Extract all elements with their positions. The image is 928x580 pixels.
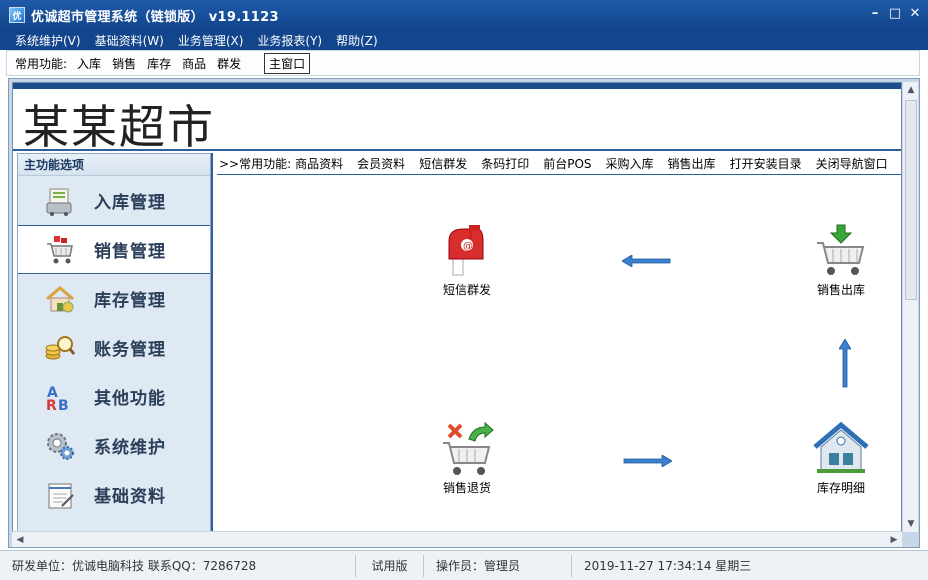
arrow-up-icon bbox=[839, 339, 851, 388]
status-edition: 试用版 bbox=[356, 554, 424, 577]
sidebar-item-label: 销售管理 bbox=[94, 242, 166, 262]
window-title: 优诚超市管理系统（链锁版） v19.1123 bbox=[31, 9, 279, 25]
status-datetime: 2019-11-27 17:34:14 星期三 bbox=[584, 558, 752, 573]
navigation-panel: 某某超市 主功能选项 入库管理 销售管理 库存管理 账务管理 A R B 其他功… bbox=[12, 82, 902, 533]
vertical-scrollbar[interactable]: ▲ ▼ bbox=[902, 82, 918, 532]
menu-business-management[interactable]: 业务管理(X) bbox=[171, 32, 251, 49]
arrow-left-icon bbox=[622, 255, 671, 267]
flow-node-sms-broadcast[interactable]: @ 短信群发 bbox=[427, 223, 507, 298]
title-bar: 优 优诚超市管理系统（链锁版） v19.1123 – □ ✕ bbox=[0, 0, 928, 30]
sidebar-item-label: 账务管理 bbox=[94, 340, 166, 360]
sidebar-item-stock-in[interactable]: 入库管理 bbox=[18, 176, 210, 225]
scroll-up-icon[interactable]: ▲ bbox=[903, 82, 919, 98]
flow-node-label: 销售出库 bbox=[816, 283, 865, 297]
sales-cart-icon bbox=[44, 234, 76, 266]
status-bar: 研发单位：优诚电脑科技 联系QQ：7286728 试用版 操作员：管理员 201… bbox=[0, 550, 928, 580]
quick-toolbar: 常用功能: 入库 销售 库存 商品 群发 主窗口 bbox=[6, 50, 920, 76]
function-barcode-print-link[interactable]: 条码打印 bbox=[481, 155, 529, 172]
sidebar: 主功能选项 入库管理 销售管理 库存管理 账务管理 A R B 其他功能 系统维… bbox=[17, 153, 211, 533]
warehouse-house-icon bbox=[813, 421, 869, 477]
status-developer: 研发单位：优诚电脑科技 联系QQ：7286728 bbox=[0, 554, 356, 577]
sidebar-item-label: 库存管理 bbox=[94, 291, 166, 311]
sidebar-item-accounts[interactable]: 账务管理 bbox=[18, 323, 210, 372]
flow-node-sales-return[interactable]: 销售退货 bbox=[427, 421, 507, 496]
menu-basic-data[interactable]: 基础资料(W) bbox=[88, 32, 171, 49]
close-button[interactable]: ✕ bbox=[908, 6, 922, 22]
flow-node-label: 销售退货 bbox=[442, 481, 491, 495]
quick-sales-link[interactable]: 销售 bbox=[112, 55, 136, 72]
main-window-button[interactable]: 主窗口 bbox=[264, 52, 311, 74]
function-product-data-link[interactable]: 商品资料 bbox=[295, 155, 343, 172]
sidebar-item-label: 其他功能 bbox=[94, 389, 166, 409]
stock-in-icon bbox=[44, 185, 76, 217]
function-close-nav-link[interactable]: 关闭导航窗口 bbox=[816, 155, 888, 172]
quick-broadcast-link[interactable]: 群发 bbox=[217, 55, 241, 72]
scroll-down-icon[interactable]: ▼ bbox=[903, 516, 919, 532]
scroll-left-icon[interactable]: ◀ bbox=[12, 532, 28, 548]
sidebar-item-basic-data[interactable]: 基础资料 bbox=[18, 470, 210, 519]
function-bar: >>常用功能: 商品资料 会员资料 短信群发 条码打印 前台POS 采购入库 销… bbox=[217, 153, 901, 175]
vertical-scroll-thumb[interactable] bbox=[905, 100, 917, 300]
sidebar-item-other[interactable]: A R B 其他功能 bbox=[18, 372, 210, 421]
sidebar-item-inventory[interactable]: 库存管理 bbox=[18, 274, 210, 323]
cart-return-icon bbox=[439, 421, 495, 477]
sidebar-title: 主功能选项 bbox=[18, 154, 210, 176]
sidebar-divider bbox=[211, 153, 213, 533]
quick-products-link[interactable]: 商品 bbox=[182, 55, 206, 72]
app-icon: 优 bbox=[9, 7, 25, 23]
minimize-button[interactable]: – bbox=[868, 6, 882, 22]
menu-help[interactable]: 帮助(Z) bbox=[329, 32, 385, 49]
function-open-install-dir-link[interactable]: 打开安装目录 bbox=[730, 155, 802, 172]
function-purchase-in-link[interactable]: 采购入库 bbox=[606, 155, 654, 172]
svg-text:@: @ bbox=[463, 241, 473, 252]
menu-business-reports[interactable]: 业务报表(Y) bbox=[250, 32, 329, 49]
coins-magnifier-icon bbox=[44, 332, 76, 364]
menu-bar: 系统维护(V) 基础资料(W) 业务管理(X) 业务报表(Y) 帮助(Z) bbox=[0, 30, 928, 50]
quick-inventory-link[interactable]: 库存 bbox=[147, 55, 171, 72]
navigation-content: >>常用功能: 商品资料 会员资料 短信群发 条码打印 前台POS 采购入库 销… bbox=[217, 153, 901, 533]
quick-stock-in-link[interactable]: 入库 bbox=[77, 55, 101, 72]
flow-node-stock-detail[interactable]: 库存明细 bbox=[801, 421, 881, 496]
svg-text:B: B bbox=[58, 398, 69, 413]
store-name-heading: 某某超市 bbox=[23, 100, 215, 154]
scroll-right-icon[interactable]: ▶ bbox=[886, 532, 902, 548]
function-sms-broadcast-link[interactable]: 短信群发 bbox=[419, 155, 467, 172]
flow-node-label: 库存明细 bbox=[816, 481, 865, 495]
sidebar-item-system[interactable]: 系统维护 bbox=[18, 421, 210, 470]
header-band bbox=[13, 83, 901, 89]
notepad-icon bbox=[44, 479, 76, 511]
function-bar-label: >>常用功能: bbox=[219, 157, 292, 171]
gears-icon bbox=[44, 430, 76, 462]
sidebar-item-label: 基础资料 bbox=[94, 487, 166, 507]
sidebar-item-label: 系统维护 bbox=[94, 438, 166, 458]
maximize-button[interactable]: □ bbox=[888, 6, 902, 22]
inventory-house-icon bbox=[44, 283, 76, 315]
header-divider bbox=[13, 149, 901, 151]
letters-icon: A R B bbox=[44, 381, 76, 414]
function-member-data-link[interactable]: 会员资料 bbox=[357, 155, 405, 172]
sidebar-item-sales[interactable]: 销售管理 bbox=[18, 225, 210, 274]
function-sales-out-link[interactable]: 销售出库 bbox=[668, 155, 716, 172]
flow-node-sales-out[interactable]: 销售出库 bbox=[801, 223, 881, 298]
mailbox-icon: @ bbox=[439, 223, 495, 279]
sidebar-item-label: 入库管理 bbox=[94, 193, 166, 213]
status-operator: 操作员：管理员 bbox=[424, 554, 572, 577]
main-frame: 某某超市 主功能选项 入库管理 销售管理 库存管理 账务管理 A R B 其他功… bbox=[8, 78, 920, 548]
cart-down-arrow-icon bbox=[813, 223, 869, 279]
svg-text:R: R bbox=[46, 398, 57, 413]
menu-system-maintenance[interactable]: 系统维护(V) bbox=[8, 32, 88, 49]
quick-toolbar-label: 常用功能: bbox=[15, 56, 68, 71]
function-front-pos-link[interactable]: 前台POS bbox=[543, 155, 591, 172]
horizontal-scrollbar[interactable]: ◀ ▶ bbox=[12, 531, 902, 547]
flow-node-label: 短信群发 bbox=[442, 283, 491, 297]
arrow-right-icon bbox=[623, 455, 672, 467]
